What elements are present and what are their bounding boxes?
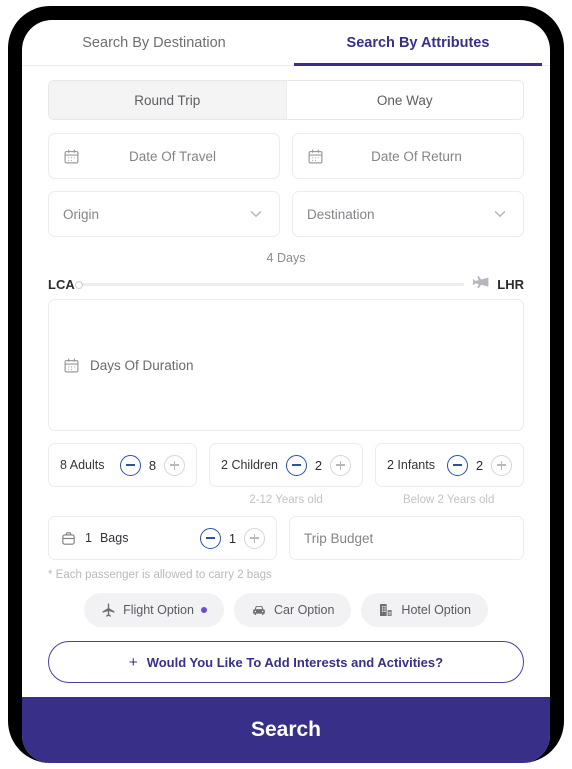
adults-decrement-button[interactable] (120, 454, 142, 476)
flight-option-indicator-dot (200, 607, 207, 613)
travel-options: Flight Option Car Option Hotel Option (48, 593, 524, 627)
slider-destination-code: LHR (497, 277, 524, 292)
bags-decrement-button[interactable] (200, 527, 221, 549)
trip-type-round-trip[interactable]: Round Trip (49, 81, 286, 119)
calendar-icon (307, 148, 324, 165)
tab-bar: Search By Destination Search By Attribut… (22, 20, 550, 66)
trip-type-label: Round Trip (134, 92, 201, 108)
tab-search-by-attributes[interactable]: Search By Attributes (286, 20, 550, 66)
date-of-return-field[interactable]: Date Of Return (292, 133, 524, 179)
slider-track[interactable] (74, 280, 465, 289)
slider-track-row: LCA LHR (48, 275, 524, 294)
trip-type-toggle: Round Trip One Way (48, 80, 524, 120)
tab-search-by-destination[interactable]: Search By Destination (22, 20, 286, 65)
trip-budget-field[interactable]: Trip Budget (289, 516, 524, 560)
origin-label: Origin (63, 206, 100, 222)
adults-value: 8 (148, 457, 157, 473)
briefcase-icon (60, 530, 77, 547)
date-of-return-label: Date Of Return (371, 148, 462, 164)
infants-value: 2 (475, 457, 484, 473)
passenger-counters-row: 8 Adults 8 2 Children 2 2 Infants 2 (48, 443, 525, 487)
car-icon (251, 602, 267, 618)
search-button-label: Search (250, 718, 322, 741)
flight-option-pill[interactable]: Flight Option (84, 593, 224, 627)
hotel-icon (378, 602, 394, 618)
days-of-duration-label: Days Of Duration (90, 357, 194, 373)
hotel-option-label: Hotel Option (401, 603, 471, 617)
bags-note: * Each passenger is allowed to carry 2 b… (48, 569, 272, 581)
add-interests-button[interactable]: + Would You Like To Add Interests and Ac… (48, 641, 524, 683)
destination-select[interactable]: Destination (292, 191, 524, 237)
bags-count-prefix: 1 (85, 531, 92, 545)
trip-type-label: One Way (376, 92, 433, 108)
calendar-icon (63, 357, 80, 374)
adults-label: 8 Adults (60, 458, 105, 472)
slider-handle[interactable] (74, 280, 83, 289)
add-interests-label: Would You Like To Add Interests and Acti… (146, 654, 444, 670)
calendar-icon (63, 148, 80, 165)
infants-sublabel: Below 2 Years old (402, 494, 495, 506)
adults-counter: 8 Adults 8 (48, 443, 198, 487)
children-controls: 2 (286, 454, 351, 476)
app-screen: Search By Destination Search By Attribut… (22, 20, 550, 763)
children-label: 2 Children (221, 458, 278, 472)
trip-type-one-way[interactable]: One Way (285, 81, 523, 119)
bags-label: Bags (99, 531, 129, 545)
form-body: Round Trip One Way Date Of Travel Date O… (22, 66, 550, 697)
duration-slider[interactable]: 4 Days LCA LHR (48, 251, 524, 292)
airplane-icon (471, 275, 490, 294)
children-value: 2 (314, 457, 323, 473)
device-frame: Search By Destination Search By Attribut… (8, 6, 564, 763)
children-decrement-button[interactable] (286, 454, 307, 476)
airplane-icon (101, 602, 116, 618)
days-of-duration-field[interactable]: Days Of Duration (48, 299, 524, 431)
infants-controls: 2 (447, 454, 513, 476)
bags-controls: 1 (200, 527, 265, 549)
flight-option-label: Flight Option (123, 603, 194, 617)
date-of-travel-field[interactable]: Date Of Travel (48, 133, 280, 179)
bags-counter: 1 Bags 1 (48, 516, 277, 560)
chevron-down-icon (247, 205, 265, 223)
slider-days-label: 4 Days (266, 251, 306, 265)
passenger-sublabels: 2-12 Years old Below 2 Years old (48, 494, 524, 506)
chevron-down-icon (491, 205, 509, 223)
destination-label: Destination (307, 206, 375, 222)
date-of-travel-label: Date Of Travel (128, 148, 217, 164)
children-increment-button[interactable] (330, 454, 351, 476)
infants-label: 2 Infants (387, 458, 435, 472)
car-option-pill[interactable]: Car Option (233, 593, 352, 627)
bags-value: 1 (228, 530, 237, 546)
plus-icon: + (128, 653, 138, 671)
infants-decrement-button[interactable] (447, 454, 469, 476)
bags-budget-row: 1 Bags 1 Trip Budget (48, 516, 524, 560)
children-counter: 2 Children 2 (209, 443, 363, 487)
origin-select[interactable]: Origin (48, 191, 280, 237)
adults-controls: 8 (120, 454, 186, 476)
car-option-label: Car Option (273, 603, 335, 617)
dates-row: Date Of Travel Date Of Return (48, 133, 524, 179)
adults-sublabel (48, 494, 199, 506)
infants-increment-button[interactable] (491, 454, 513, 476)
adults-increment-button[interactable] (164, 454, 186, 476)
slider-origin-code: LCA (48, 277, 75, 292)
locations-row: Origin Destination (48, 191, 524, 237)
trip-budget-label: Trip Budget (304, 530, 374, 546)
search-button[interactable]: Search (22, 697, 550, 763)
bags-increment-button[interactable] (244, 527, 265, 549)
children-sublabel: 2-12 Years old (249, 494, 323, 506)
tab-label: Search By Attributes (346, 34, 490, 51)
tab-label: Search By Destination (82, 34, 226, 51)
hotel-option-pill[interactable]: Hotel Option (361, 593, 488, 627)
infants-counter: 2 Infants 2 (375, 443, 525, 487)
